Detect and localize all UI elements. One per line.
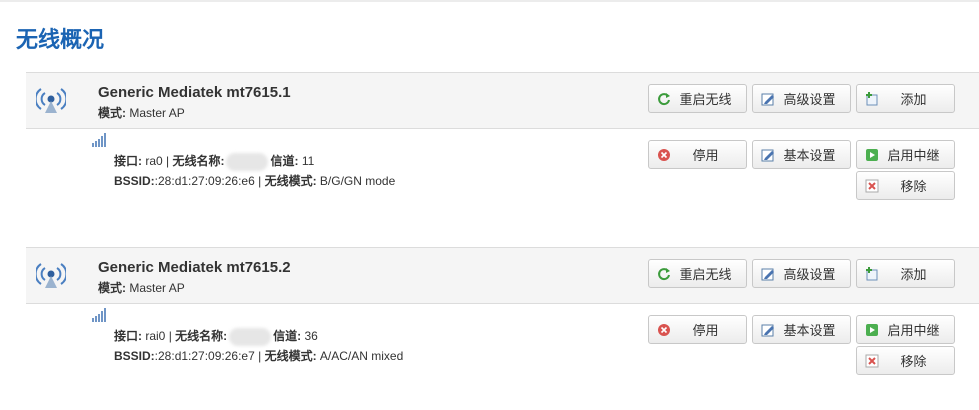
wireless-radio-icon — [36, 88, 66, 113]
iface-label: 接口: — [114, 154, 142, 168]
restart-wireless-button[interactable]: 重启无线 — [648, 259, 747, 288]
network-row: 接口: ra0 | 无线名称: 信道: 11 BSSID::28:d1:27:09… — [26, 129, 979, 249]
device-header: Generic Mediatek mt7615.2 模式: Master AP … — [26, 247, 979, 304]
advanced-settings-label: 高级设置 — [783, 93, 836, 108]
channel-value: 11 — [301, 154, 315, 168]
channel-value: 36 — [304, 329, 318, 343]
disable-label: 停用 — [692, 149, 719, 164]
add-icon — [866, 91, 878, 105]
play-icon — [866, 148, 878, 161]
iface-value: rai0 — [145, 329, 166, 343]
play-icon — [866, 323, 878, 336]
edit-icon — [761, 324, 774, 336]
refresh-icon — [658, 92, 670, 105]
add-label: 添加 — [900, 93, 927, 108]
device-header: Generic Mediatek mt7615.1 模式: Master AP … — [26, 72, 979, 129]
delete-icon — [865, 179, 879, 192]
stop-icon — [658, 323, 670, 336]
delete-icon — [865, 354, 879, 367]
ssid-redacted — [226, 152, 269, 171]
channel-label: 信道: — [273, 329, 302, 343]
remove-button[interactable]: 移除 — [856, 346, 955, 375]
disable-button[interactable]: 停用 — [648, 315, 747, 344]
add-label: 添加 — [900, 268, 927, 283]
enable-relay-button[interactable]: 启用中继 — [856, 140, 955, 169]
advanced-settings-button[interactable]: 高级设置 — [752, 259, 851, 288]
wireless-radio-icon — [36, 263, 66, 288]
bssid-label: BSSID: — [114, 174, 155, 188]
enable-relay-button[interactable]: 启用中继 — [856, 315, 955, 344]
bssid-value: :28:d1:27:09:26:e7 — [154, 349, 255, 363]
bssid-info: BSSID::28:d1:27:09:26:e6 | 无线模式: B/G/GN … — [114, 174, 396, 188]
basic-settings-label: 基本设置 — [783, 324, 836, 339]
remove-button[interactable]: 移除 — [856, 171, 955, 200]
wmode-label: 无线模式: — [264, 174, 317, 188]
basic-settings-button[interactable]: 基本设置 — [752, 140, 851, 169]
enable-relay-label: 启用中继 — [887, 149, 940, 164]
interface-info: 接口: rai0 | 无线名称: 信道: 36 — [114, 327, 318, 346]
restart-wireless-button[interactable]: 重启无线 — [648, 84, 747, 113]
disable-label: 停用 — [692, 324, 719, 339]
bssid-info: BSSID::28:d1:27:09:26:e7 | 无线模式: A/AC/AN… — [114, 349, 404, 363]
ssid-label: 无线名称: — [172, 154, 225, 168]
device-mode: 模式: Master AP — [98, 104, 185, 121]
ssid-redacted — [229, 327, 272, 346]
restart-wireless-label: 重启无线 — [679, 93, 732, 108]
network-row: 接口: rai0 | 无线名称: 信道: 36 BSSID::28:d1:27:0… — [26, 304, 979, 410]
advanced-settings-label: 高级设置 — [783, 268, 836, 283]
mode-value: Master AP — [129, 281, 185, 295]
signal-strength-icon — [92, 133, 106, 147]
restart-wireless-label: 重启无线 — [679, 268, 732, 283]
mode-label: 模式: — [98, 281, 126, 295]
edit-icon — [761, 93, 774, 105]
channel-label: 信道: — [270, 154, 299, 168]
bssid-label: BSSID: — [114, 349, 155, 363]
iface-value: ra0 — [145, 154, 163, 168]
iface-label: 接口: — [114, 329, 142, 343]
wmode-label: 无线模式: — [264, 349, 317, 363]
stop-icon — [658, 148, 670, 161]
advanced-settings-button[interactable]: 高级设置 — [752, 84, 851, 113]
wmode-value: B/G/GN mode — [319, 174, 396, 188]
ssid-label: 无线名称: — [175, 329, 228, 343]
disable-button[interactable]: 停用 — [648, 140, 747, 169]
signal-strength-icon — [92, 308, 106, 322]
device-mode: 模式: Master AP — [98, 279, 185, 296]
enable-relay-label: 启用中继 — [887, 324, 940, 339]
remove-label: 移除 — [900, 355, 927, 370]
top-divider — [0, 0, 979, 2]
add-button[interactable]: 添加 — [856, 259, 955, 288]
basic-settings-button[interactable]: 基本设置 — [752, 315, 851, 344]
device-name: Generic Mediatek mt7615.2 — [98, 259, 291, 276]
edit-icon — [761, 268, 774, 280]
mode-value: Master AP — [129, 106, 185, 120]
page-title: 无线概况 — [16, 28, 105, 53]
device-name: Generic Mediatek mt7615.1 — [98, 84, 291, 101]
interface-info: 接口: ra0 | 无线名称: 信道: 11 — [114, 152, 314, 171]
add-button[interactable]: 添加 — [856, 84, 955, 113]
bssid-value: :28:d1:27:09:26:e6 — [154, 174, 255, 188]
refresh-icon — [658, 267, 670, 280]
remove-label: 移除 — [900, 180, 927, 195]
edit-icon — [761, 149, 774, 161]
basic-settings-label: 基本设置 — [783, 149, 836, 164]
wmode-value: A/AC/AN mixed — [319, 349, 404, 363]
add-icon — [866, 266, 878, 280]
mode-label: 模式: — [98, 106, 126, 120]
